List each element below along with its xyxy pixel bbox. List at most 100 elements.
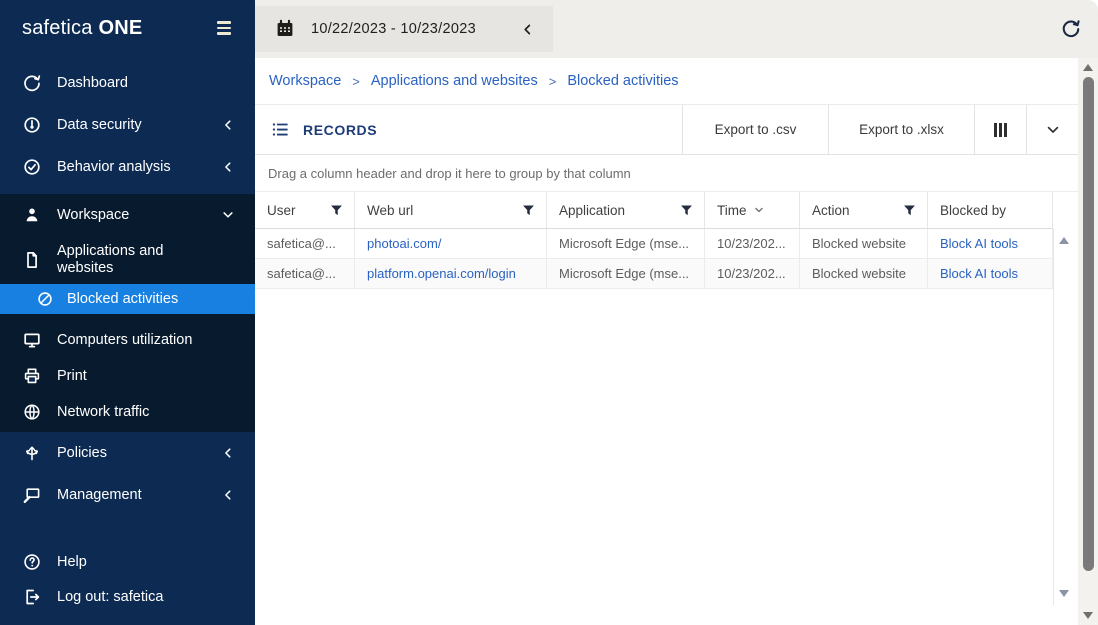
- filter-icon[interactable]: [521, 203, 536, 218]
- sidebar-item-management[interactable]: Management: [0, 474, 255, 516]
- columns-icon: [994, 123, 1007, 137]
- content-panel: Workspace > Applications and websites > …: [255, 58, 1078, 625]
- logo-product: ONE: [99, 17, 143, 39]
- column-header-time[interactable]: Time: [705, 192, 800, 228]
- sidebar-item-workspace[interactable]: Workspace: [0, 194, 255, 236]
- sidebar-item-label: Computers utilization: [57, 332, 192, 348]
- logo-brand: safetica: [22, 17, 93, 39]
- sidebar-item-label: Print: [57, 368, 87, 384]
- sort-descending-icon: [753, 204, 765, 216]
- table-row[interactable]: safetica@... platform.openai.com/login M…: [255, 259, 1053, 289]
- scroll-down-arrow-icon[interactable]: [1083, 612, 1093, 619]
- sidebar-item-logout[interactable]: Log out: safetica: [0, 583, 255, 625]
- column-header-blocked-by[interactable]: Blocked by: [928, 192, 1053, 228]
- sidebar-item-help[interactable]: Help: [0, 541, 255, 583]
- data-security-icon: [22, 115, 42, 135]
- cell-web-url-link[interactable]: photoai.com/: [355, 229, 547, 258]
- logout-icon: [22, 587, 42, 607]
- filter-icon[interactable]: [679, 203, 694, 218]
- cell-blocked-by-link[interactable]: Block AI tools: [928, 259, 1053, 288]
- sidebar-item-dashboard[interactable]: Dashboard: [0, 62, 255, 104]
- filter-icon[interactable]: [329, 203, 344, 218]
- dashboard-icon: [22, 73, 42, 93]
- chevron-down-icon: [221, 208, 235, 222]
- table-row[interactable]: safetica@... photoai.com/ Microsoft Edge…: [255, 229, 1053, 259]
- sidebar-item-network-traffic[interactable]: Network traffic: [0, 394, 255, 430]
- sidebar-item-label: Applications and websites: [57, 243, 197, 276]
- sidebar-item-label: Data security: [57, 117, 142, 133]
- sidebar: safetica ONE Dashboard Data security Beha…: [0, 0, 255, 625]
- sidebar-item-label: Blocked activities: [67, 291, 178, 307]
- breadcrumb-applications-and-websites[interactable]: Applications and websites: [371, 73, 538, 89]
- chevron-left-icon: [221, 446, 235, 460]
- group-by-drop-zone[interactable]: Drag a column header and drop it here to…: [255, 155, 1078, 192]
- column-label: Web url: [367, 203, 413, 218]
- column-label: Blocked by: [940, 203, 1006, 218]
- filter-icon[interactable]: [902, 203, 917, 218]
- refresh-icon[interactable]: [1060, 18, 1082, 40]
- document-icon: [22, 250, 42, 270]
- sidebar-item-computers-utilization[interactable]: Computers utilization: [0, 322, 255, 358]
- policies-icon: [22, 443, 42, 463]
- cell-web-url-link[interactable]: platform.openai.com/login: [355, 259, 547, 288]
- hamburger-menu-icon[interactable]: [217, 21, 231, 34]
- page-scrollbar[interactable]: [1078, 58, 1098, 625]
- logo-text: safetica ONE: [22, 17, 142, 40]
- cell-blocked-by-link[interactable]: Block AI tools: [928, 229, 1053, 258]
- sidebar-item-label: Log out: safetica: [57, 589, 163, 605]
- breadcrumb-separator: >: [352, 74, 360, 89]
- records-table: User Web url Application Time: [255, 192, 1078, 625]
- column-header-application[interactable]: Application: [547, 192, 705, 228]
- records-header: RECORDS: [255, 105, 682, 154]
- breadcrumb-workspace[interactable]: Workspace: [269, 73, 341, 89]
- table-scrollbar[interactable]: [1053, 229, 1073, 605]
- scrollbar-thumb[interactable]: [1083, 77, 1094, 571]
- workspace-icon: [22, 205, 42, 225]
- behavior-analysis-icon: [22, 157, 42, 177]
- blocked-icon: [36, 290, 54, 308]
- expand-panel-button[interactable]: [1026, 105, 1078, 154]
- scroll-up-arrow-icon[interactable]: [1083, 64, 1093, 71]
- column-header-user[interactable]: User: [255, 192, 355, 228]
- workspace-expanded-section: Workspace Applications and websites Bloc…: [0, 194, 255, 432]
- date-range-text: 10/22/2023 - 10/23/2023: [311, 21, 476, 37]
- scroll-down-arrow-icon[interactable]: [1059, 590, 1069, 597]
- management-icon: [22, 485, 42, 505]
- sidebar-item-policies[interactable]: Policies: [0, 432, 255, 474]
- sidebar-item-label: Behavior analysis: [57, 159, 171, 175]
- date-range-picker[interactable]: 10/22/2023 - 10/23/2023: [255, 6, 553, 52]
- breadcrumb-blocked-activities[interactable]: Blocked activities: [567, 73, 678, 89]
- topbar: 10/22/2023 - 10/23/2023: [255, 0, 1098, 58]
- column-label: Time: [717, 203, 747, 218]
- sidebar-item-data-security[interactable]: Data security: [0, 104, 255, 146]
- column-header-web-url[interactable]: Web url: [355, 192, 547, 228]
- column-label: Action: [812, 203, 850, 218]
- sidebar-item-behavior-analysis[interactable]: Behavior analysis: [0, 146, 255, 188]
- column-header-action[interactable]: Action: [800, 192, 928, 228]
- sidebar-item-blocked-activities[interactable]: Blocked activities: [0, 284, 255, 314]
- breadcrumb: Workspace > Applications and websites > …: [255, 58, 1078, 105]
- sidebar-item-applications-and-websites[interactable]: Applications and websites: [0, 236, 255, 284]
- column-chooser-button[interactable]: [974, 105, 1026, 154]
- main-area: 10/22/2023 - 10/23/2023 Workspace > Appl…: [255, 0, 1098, 625]
- cell-action: Blocked website: [800, 259, 928, 288]
- export-xlsx-button[interactable]: Export to .xlsx: [828, 105, 974, 154]
- breadcrumb-separator: >: [549, 74, 557, 89]
- chevron-down-icon: [1045, 122, 1061, 138]
- sidebar-item-label: Help: [57, 554, 87, 570]
- collapse-chevron-left-icon[interactable]: [520, 22, 535, 37]
- group-by-hint: Drag a column header and drop it here to…: [268, 166, 631, 181]
- sidebar-item-label: Policies: [57, 445, 107, 461]
- sidebar-item-label: Management: [57, 487, 142, 503]
- calendar-icon: [275, 19, 295, 39]
- sidebar-item-print[interactable]: Print: [0, 358, 255, 394]
- export-csv-button[interactable]: Export to .csv: [682, 105, 828, 154]
- printer-icon: [22, 366, 42, 386]
- records-toolbar: RECORDS Export to .csv Export to .xlsx: [255, 105, 1078, 155]
- column-label: User: [267, 203, 296, 218]
- column-label: Application: [559, 203, 625, 218]
- scroll-up-arrow-icon[interactable]: [1059, 237, 1069, 244]
- cell-action: Blocked website: [800, 229, 928, 258]
- monitor-icon: [22, 330, 42, 350]
- cell-application: Microsoft Edge (mse...: [547, 259, 705, 288]
